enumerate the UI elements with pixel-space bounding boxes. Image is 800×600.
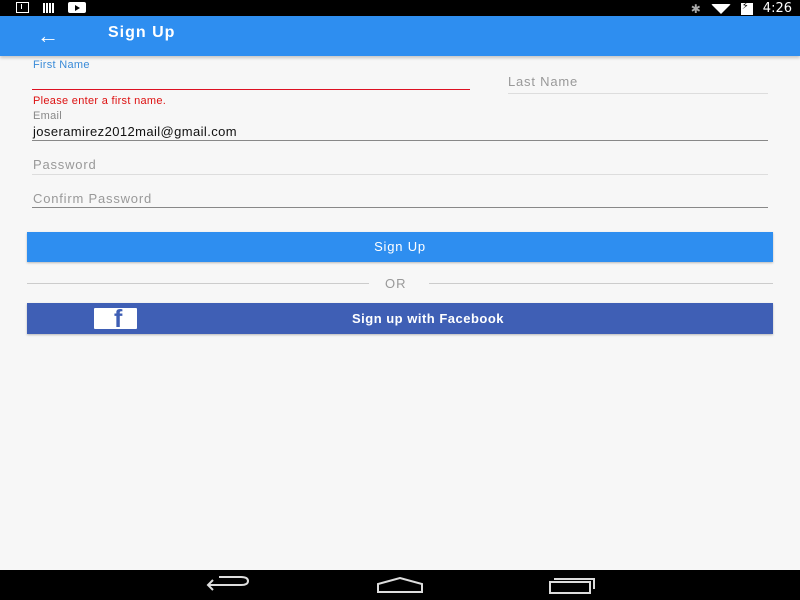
status-time: 4:26 [762, 1, 792, 16]
password-field[interactable]: Password [33, 157, 96, 172]
status-bar: ✱ 4:26 [0, 0, 800, 16]
last-name-field[interactable]: Last Name [508, 74, 578, 89]
signup-button[interactable]: Sign Up [27, 232, 773, 262]
first-name-label: First Name [33, 59, 90, 71]
nav-recents-icon[interactable] [548, 576, 596, 594]
confirm-password-field[interactable]: Confirm Password [33, 191, 152, 206]
app-bar: ← Sign Up [0, 16, 800, 56]
or-divider: OR [27, 276, 773, 291]
bluetooth-icon: ✱ [690, 1, 701, 16]
email-field[interactable]: joseramirez2012mail@gmail.com [33, 124, 237, 139]
last-name-underline [508, 93, 768, 94]
back-button[interactable]: ← [34, 22, 62, 50]
email-label: Email [33, 110, 63, 122]
page-title: Sign Up [108, 24, 176, 41]
nav-back-icon[interactable] [205, 576, 251, 594]
facebook-signup-label: Sign up with Facebook [351, 311, 505, 326]
divider-line-left [27, 283, 369, 284]
nav-home-icon[interactable] [376, 577, 424, 593]
first-name-field[interactable] [32, 89, 470, 90]
divider-line-right [429, 283, 773, 284]
confirm-password-underline [32, 207, 768, 208]
download-icon [16, 2, 29, 13]
facebook-signup-button[interactable]: Sign up with Facebook [27, 303, 773, 334]
signal-bars-icon [43, 2, 54, 13]
or-label: OR [385, 276, 407, 291]
email-underline [32, 140, 768, 141]
battery-charging-icon [740, 1, 753, 15]
play-icon [68, 2, 86, 13]
arrow-left-icon: ← [37, 23, 59, 48]
wifi-icon [710, 3, 731, 14]
password-underline [32, 174, 768, 175]
first-name-error: Please enter a first name. [33, 95, 167, 107]
navigation-bar [0, 570, 800, 600]
